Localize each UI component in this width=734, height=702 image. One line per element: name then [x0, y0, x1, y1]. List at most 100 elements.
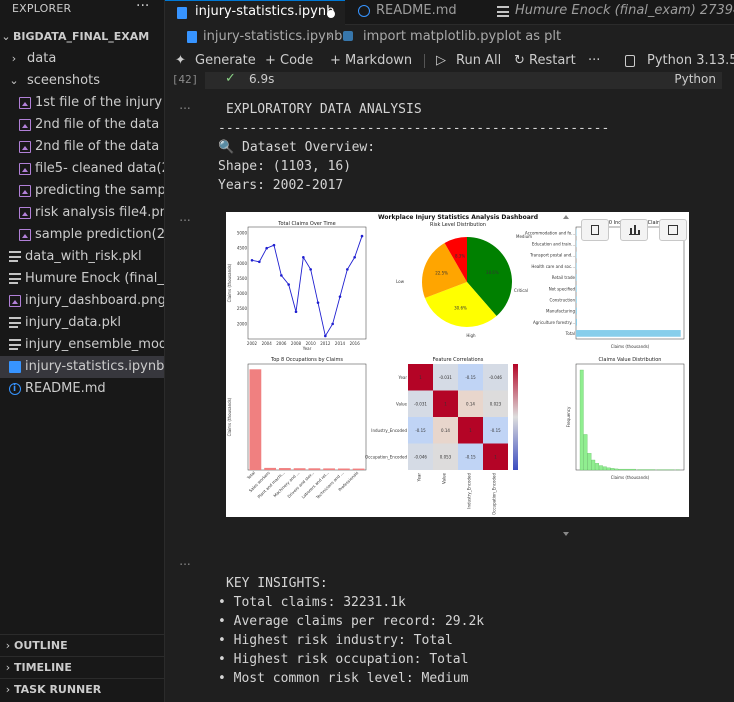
explorer-item[interactable]: ⌄ sceenshots	[0, 70, 164, 92]
plot3-bar	[576, 296, 577, 304]
plot1-point	[250, 258, 254, 262]
plot5-col-label: Industry_Encoded	[467, 473, 472, 509]
cell-status-bar: ✓ 6.9s Python	[205, 71, 722, 89]
tab-readme[interactable]: README.md	[346, 0, 486, 24]
explorer-item[interactable]: file5- cleaned data(2...	[0, 158, 164, 180]
explorer-item[interactable]: Humure Enock (final_...	[0, 268, 164, 290]
section-task-runner[interactable]: › TASK RUNNER	[0, 678, 164, 701]
chevron-right-icon: ›	[5, 661, 11, 674]
plot1-point	[309, 268, 312, 271]
plot1-ytick: 4500	[237, 246, 248, 251]
image-icon	[19, 207, 31, 219]
file-lines-icon	[9, 339, 21, 353]
open-plot-viewer-button[interactable]	[620, 219, 648, 241]
output-years: Years: 2002-2017	[218, 178, 344, 193]
plot4-bar	[264, 467, 277, 470]
copy-image-button[interactable]	[581, 219, 609, 241]
insight-item: • Most common risk level: Medium	[218, 671, 469, 686]
plot2-label: Low	[396, 279, 405, 284]
plot1-xtick: 2002	[247, 341, 258, 346]
explorer-item[interactable]: risk analysis file4.png	[0, 202, 164, 224]
file-lines-icon	[497, 6, 509, 16]
dashboard-image: Workplace Injury Statistics Analysis Das…	[226, 212, 689, 517]
plot5-value: -0.15	[415, 428, 426, 433]
plot6-bar	[591, 459, 596, 471]
plot1-ytick: 2000	[237, 321, 248, 326]
output-gutter[interactable]: ...	[165, 554, 205, 568]
save-image-button[interactable]	[659, 219, 687, 241]
plot2-pct: 22.5%	[435, 270, 448, 275]
scroll-down-icon[interactable]	[563, 532, 569, 536]
explorer-item-label: 2nd file of the data ...	[35, 139, 164, 154]
explorer-item[interactable]: injury_data.pkl	[0, 312, 164, 334]
generate-button[interactable]: Generate	[195, 50, 256, 72]
plot1-point	[338, 295, 342, 298]
explorer-item[interactable]: injury_ensemble_mod...	[0, 334, 164, 356]
plot5-value: 1	[494, 454, 497, 459]
tab-humure-enock[interactable]: Humure Enock (final_exam) 27394	[487, 0, 734, 24]
file-lines-icon	[9, 273, 21, 287]
image-icon	[19, 185, 31, 197]
restart-button[interactable]: Restart	[529, 50, 576, 72]
breadcrumb-cell[interactable]: import matplotlib.pyplot as plt	[363, 26, 561, 48]
vertical-scrollbar[interactable]	[562, 72, 569, 702]
explorer-item[interactable]: 2nd file of the data ...	[0, 114, 164, 136]
plot1-point	[360, 234, 364, 238]
cell-language[interactable]: Python	[674, 72, 716, 86]
explorer-item-label: risk analysis file4.png	[35, 205, 164, 220]
plot5-row-label: Occupation_Encoded	[365, 454, 407, 459]
explorer-item[interactable]: › data	[0, 48, 164, 70]
info-icon	[358, 5, 370, 17]
add-markdown-button[interactable]: + Markdown	[330, 50, 412, 72]
explorer-item[interactable]: data_with_risk.pkl	[0, 246, 164, 268]
plot1-point	[331, 322, 334, 326]
plot5-value: -0.15	[490, 428, 501, 433]
explorer-item[interactable]: predicting the sampl...	[0, 180, 164, 202]
plot1-xtick: 2006	[276, 341, 287, 346]
plot4-bar	[323, 468, 336, 470]
plot1-point	[353, 255, 356, 259]
output-gutter[interactable]: ...	[165, 98, 205, 112]
plot3-bar	[576, 251, 577, 259]
tab-injury-statistics[interactable]: injury-statistics.ipynb	[165, 0, 345, 25]
explorer-more-button[interactable]: ···	[136, 0, 149, 14]
output-rule: ----------------------------------------…	[218, 121, 610, 136]
explorer-item[interactable]: README.md	[0, 378, 164, 400]
unsaved-dot-icon[interactable]	[327, 10, 335, 18]
editor-tab-bar: injury-statistics.ipynb README.md Humure…	[165, 0, 734, 25]
plot6-bar	[614, 468, 619, 471]
explorer-item-label: injury_dashboard.png	[25, 293, 164, 308]
section-timeline[interactable]: › TIMELINE	[0, 656, 164, 679]
plot5-value: 0.14	[441, 428, 450, 433]
plot1-xtick: 2012	[320, 341, 331, 346]
python-icon	[343, 31, 353, 41]
file-lines-icon	[9, 317, 21, 331]
plot5-value: 1	[419, 375, 422, 380]
more-actions-button[interactable]: ···	[588, 50, 600, 72]
explorer-item[interactable]: sample prediction(2)...	[0, 224, 164, 246]
check-icon: ✓	[225, 71, 236, 86]
plot6-bar	[606, 467, 611, 471]
scroll-up-icon[interactable]	[563, 215, 569, 219]
add-code-button[interactable]: + Code	[265, 50, 313, 72]
explorer-item-label: injury_data.pkl	[25, 315, 122, 330]
section-outline[interactable]: › OUTLINE	[0, 634, 164, 657]
plot3-bar	[576, 318, 577, 326]
plot6-bar	[599, 465, 603, 471]
kernel-picker[interactable]: Python 3.13.5	[647, 50, 734, 72]
breadcrumb-file[interactable]: injury-statistics.ipynb	[203, 26, 342, 48]
plot5-colorbar	[513, 364, 518, 470]
explorer-item-label: data_with_risk.pkl	[25, 249, 142, 264]
output-gutter[interactable]: ...	[165, 210, 205, 224]
plot3-xlabel: Claims (thousands)	[611, 344, 650, 349]
workspace-root[interactable]: ⌄ BIGDATA_FINAL_EXAM	[0, 26, 164, 48]
explorer-item[interactable]: 1st file of the injury ...	[0, 92, 164, 114]
file-lines-icon	[9, 251, 21, 265]
plot5-value: 1	[469, 428, 472, 433]
notebook-icon	[187, 31, 197, 43]
explorer-item[interactable]: 2nd file of the data ...	[0, 136, 164, 158]
insight-item: • Highest risk industry: Total	[218, 633, 453, 648]
run-all-button[interactable]: Run All	[456, 50, 501, 72]
explorer-item[interactable]: injury-statistics.ipynb	[0, 356, 164, 378]
explorer-item[interactable]: injury_dashboard.png	[0, 290, 164, 312]
